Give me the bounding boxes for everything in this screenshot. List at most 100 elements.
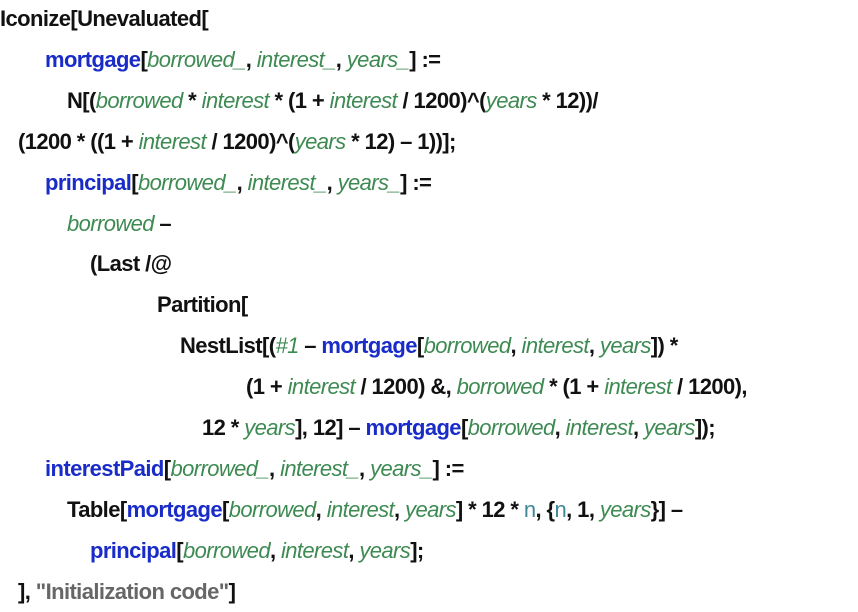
code-text: * 12) – 1))]; (345, 128, 456, 154)
variable-name: interest (287, 374, 356, 400)
variable-name: years (599, 333, 651, 359)
code-text: * (1 + (269, 87, 330, 113)
variable-name: borrowed (183, 537, 271, 563)
variable-name: years_ (370, 455, 433, 481)
code-text: [ (416, 333, 424, 359)
code-line: Iconize[Unevaluated[ (0, 0, 209, 39)
code-line: ], "Initialization code"] (18, 571, 236, 612)
code-line: principal[borrowed, interest, years]; (90, 530, 424, 571)
code-text: ] := (409, 46, 441, 72)
code-text: ]) * (650, 333, 679, 359)
code-text: , (269, 455, 281, 481)
code-text: Table[ (67, 496, 127, 522)
variable-name: interest (280, 537, 349, 563)
code-line: principal[borrowed_, interest_, years_] … (45, 162, 432, 203)
variable-name: borrowed (67, 210, 155, 236)
code-text: , { (535, 496, 556, 522)
code-text: NestList[( (180, 333, 276, 359)
code-text: 12 * (202, 415, 245, 440)
local-variable: n (523, 496, 536, 522)
code-text: [ (222, 496, 229, 522)
variable-name: interest (604, 374, 672, 400)
code-line: (1200 * ((1 + interest / 1200)^(years * … (18, 121, 456, 162)
function-name: mortgage (45, 46, 141, 72)
variable-name: interest_ (247, 169, 328, 195)
variable-name: borrowed (95, 87, 184, 113)
variable-name: interest (326, 496, 395, 522)
code-text: , (394, 496, 406, 522)
variable-name: borrowed_ (170, 455, 270, 481)
function-name: interestPaid (45, 455, 164, 481)
code-line: borrowed – (67, 203, 172, 244)
code-line: NestList[(#1 – mortgage[borrowed, intere… (180, 325, 678, 366)
code-line: (1 + interest / 1200) &, borrowed * (1 +… (246, 366, 747, 407)
code-text: ]); (694, 415, 716, 440)
code-line: Partition[ (157, 284, 248, 325)
code-text: , (359, 455, 371, 481)
code-text: * (1 + (543, 374, 605, 400)
code-line: mortgage[borrowed_, interest_, years_] :… (45, 39, 441, 80)
code-text: , (269, 537, 281, 563)
code-text: , 1, (566, 496, 600, 522)
code-text: }] – (650, 496, 683, 522)
variable-name: interest (521, 333, 590, 359)
variable-name: interest (201, 87, 270, 113)
variable-name: years (485, 87, 537, 113)
code-text: / 1200)^( (205, 128, 295, 154)
variable-name: years_ (337, 169, 401, 195)
code-text: , (326, 169, 338, 195)
code-text: Partition[ (157, 292, 248, 318)
code-text: ] (228, 578, 236, 604)
variable-name: borrowed (228, 496, 317, 522)
code-text: * (182, 87, 202, 113)
variable-name: borrowed (423, 333, 512, 359)
code-text: (1200 * ((1 + (18, 128, 139, 154)
variable-name: borrowed (456, 374, 545, 400)
code-text: (1 + (246, 374, 288, 400)
code-text: / 1200) &, (355, 374, 457, 400)
function-name: principal (90, 537, 177, 563)
local-variable: n (554, 496, 567, 522)
code-text: , (236, 169, 248, 195)
code-text: , (510, 333, 522, 359)
code-line: N[(borrowed * interest * (1 + interest /… (67, 80, 598, 121)
code-line: 12 * years], 12] – mortgage[borrowed, in… (202, 407, 716, 448)
code-text: , (315, 496, 327, 522)
variable-name: interest (138, 128, 207, 154)
code-text: N[( (67, 87, 96, 113)
variable-name: borrowed (467, 415, 556, 440)
function-name: principal (45, 169, 132, 195)
code-text: , (632, 415, 645, 440)
function-name: mortgage (321, 333, 417, 359)
code-text: / 1200), (671, 374, 747, 400)
variable-name: borrowed_ (147, 46, 246, 72)
code-line: interestPaid[borrowed_, interest_, years… (45, 448, 464, 489)
variable-name: years (359, 537, 411, 563)
code-text: ], (18, 578, 36, 604)
code-text: – (298, 333, 322, 359)
function-name: mortgage (126, 496, 223, 522)
code-text: [ (460, 415, 468, 440)
variable-name: borrowed_ (138, 169, 237, 195)
variable-name: interest (329, 87, 398, 113)
code-line: (Last /@ (90, 243, 172, 284)
variable-name: years_ (346, 46, 410, 72)
string-literal: "Initialization code" (35, 578, 229, 604)
variable-name: interest_ (256, 46, 337, 72)
code-text: , (588, 333, 600, 359)
code-text: / 1200)^( (397, 87, 487, 113)
code-text: , (554, 415, 566, 440)
function-name: mortgage (365, 415, 462, 440)
variable-name: years (644, 415, 695, 440)
variable-name: #1 (275, 333, 299, 359)
code-text: , (335, 46, 347, 72)
code-text: (Last /@ (90, 251, 172, 277)
code-text: Iconize[Unevaluated[ (0, 6, 209, 31)
code-text: ] * 12 * (455, 496, 524, 522)
variable-name: years (599, 496, 651, 522)
variable-name: years (294, 128, 346, 154)
code-text: – (153, 210, 172, 236)
code-text: ], 12] – (295, 415, 366, 440)
code-line: Table[mortgage[borrowed, interest, years… (67, 489, 683, 530)
code-text: ] := (432, 455, 465, 481)
